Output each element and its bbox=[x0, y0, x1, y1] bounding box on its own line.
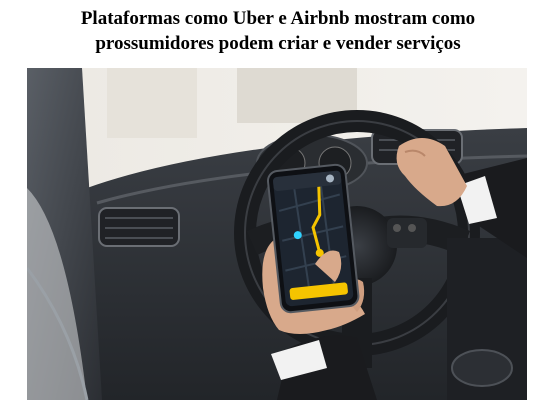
photo-caption: Plataformas como Uber e Airbnb mostram c… bbox=[0, 6, 556, 56]
car-interior-photo bbox=[27, 68, 527, 400]
photo-illustration bbox=[27, 68, 527, 400]
caption-line-2: prossumidores podem criar e vender servi… bbox=[95, 33, 461, 54]
smartphone bbox=[266, 163, 360, 314]
caption-line-1: Plataformas como Uber e Airbnb mostram c… bbox=[80, 8, 476, 29]
